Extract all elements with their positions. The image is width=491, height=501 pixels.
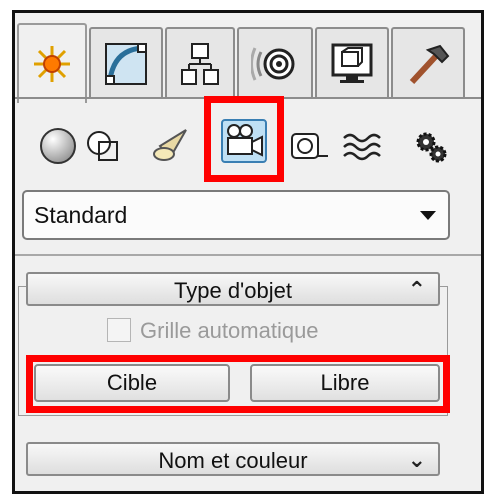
light-icon[interactable]: [150, 124, 194, 171]
sphere-icon[interactable]: [38, 126, 78, 171]
auto-grid-checkbox[interactable]: [107, 318, 131, 342]
category-dropdown[interactable]: Standard: [22, 190, 450, 240]
waves-icon[interactable]: [342, 130, 384, 169]
tab-hierarchy[interactable]: [165, 27, 235, 99]
object-type-rollout-header[interactable]: Type d'objet ⌃: [26, 272, 440, 306]
camera-buttons-highlight-box: [26, 355, 450, 413]
expand-icon: ⌄: [407, 447, 426, 472]
chevron-down-icon: [420, 211, 436, 220]
tab-modify[interactable]: [89, 27, 163, 99]
command-panel-tabs: [15, 13, 481, 103]
name-color-rollout-header[interactable]: Nom et couleur ⌄: [26, 442, 440, 476]
gears-icon[interactable]: [412, 128, 450, 171]
rollout-title: Type d'objet: [174, 278, 292, 303]
tab-motion[interactable]: [237, 27, 313, 99]
tab-create[interactable]: [17, 23, 87, 103]
section-separator: [15, 254, 481, 256]
tab-utilities[interactable]: [391, 27, 465, 99]
tape-measure-icon[interactable]: [290, 130, 330, 169]
dropdown-value: Standard: [34, 202, 128, 228]
rollout-title: Nom et couleur: [158, 448, 308, 473]
camera-icon[interactable]: [220, 118, 268, 169]
collapse-icon: ⌃: [407, 277, 426, 302]
tab-display[interactable]: [315, 27, 389, 99]
auto-grid-label: Grille automatique: [140, 318, 319, 343]
shapes-icon[interactable]: [84, 128, 124, 171]
